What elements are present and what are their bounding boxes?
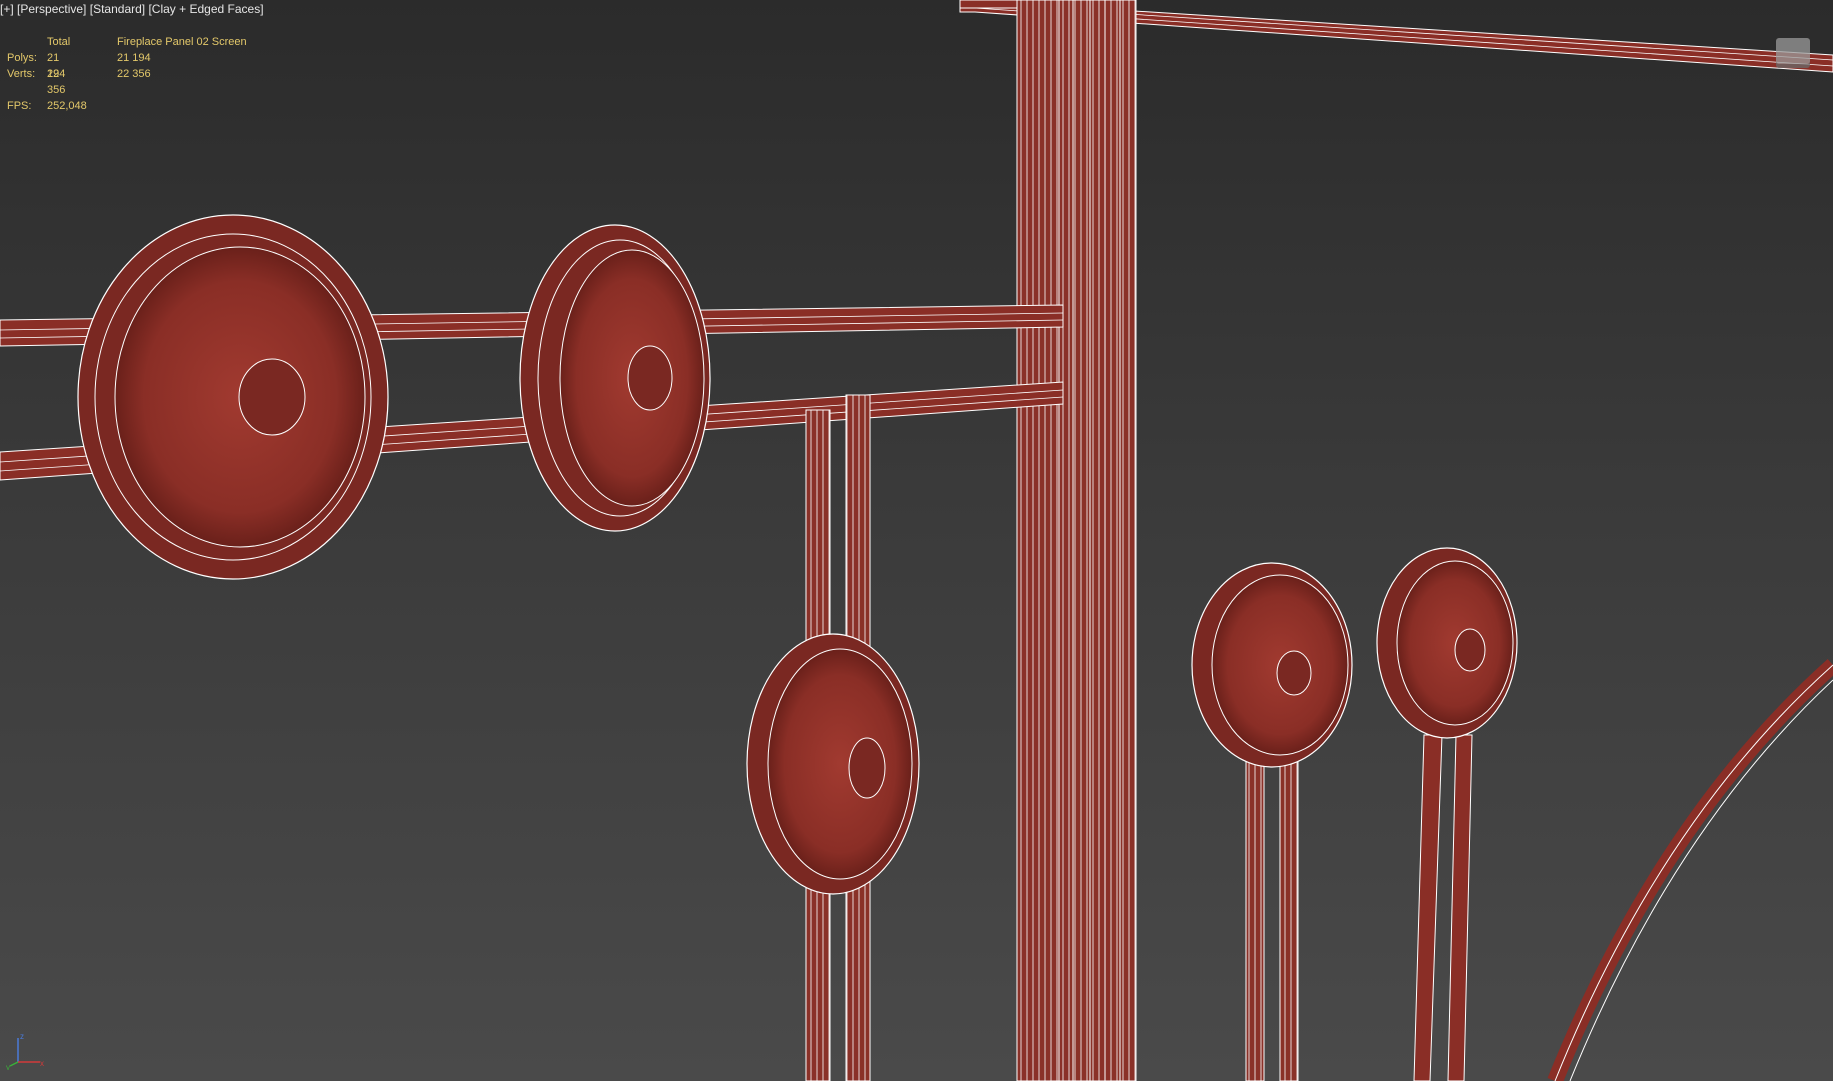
disc-lower-center[interactable]	[746, 633, 920, 895]
stats-header-total: Total	[47, 36, 71, 48]
stats-verts-object: 22 356	[117, 68, 151, 80]
stats-polys-object: 21 194	[117, 52, 151, 64]
stats-fps-value: 252,048	[47, 100, 87, 112]
right-arch[interactable]	[1547, 659, 1833, 1081]
axis-gizmo-icon: z x y	[6, 1032, 44, 1070]
viewcube-icon[interactable]	[1776, 38, 1810, 64]
viewport-label: [+] [Perspective] [Standard] [Clay + Edg…	[0, 2, 264, 16]
viewport-menu-standard[interactable]: [Standard]	[90, 2, 145, 16]
disc-large-middle[interactable]	[519, 224, 711, 532]
viewport-menu-perspective[interactable]: [Perspective]	[17, 2, 86, 16]
stats-verts-total: 22 356	[47, 68, 66, 96]
disc-right-1[interactable]	[1191, 562, 1353, 768]
viewport-menu-shading[interactable]: [Clay + Edged Faces]	[148, 2, 263, 16]
axis-z-label: z	[20, 1032, 24, 1041]
stats-fps-label: FPS:	[7, 100, 32, 112]
stats-header-object: Fireplace Panel 02 Screen	[117, 36, 247, 48]
right-stems[interactable]	[1245, 734, 1473, 1081]
disc-large-left[interactable]	[77, 214, 389, 580]
viewport-menu-plus[interactable]: [+]	[0, 2, 14, 16]
axis-y-line	[9, 1061, 19, 1067]
disc-right-2[interactable]	[1376, 547, 1518, 739]
main-vertical-post[interactable]	[1016, 0, 1137, 1081]
axis-x-label: x	[40, 1059, 44, 1068]
axis-y-label: y	[6, 1063, 10, 1070]
stats-polys-label: Polys:	[7, 52, 37, 64]
viewport-scene[interactable]	[0, 0, 1833, 1081]
stats-verts-label: Verts:	[7, 68, 36, 80]
